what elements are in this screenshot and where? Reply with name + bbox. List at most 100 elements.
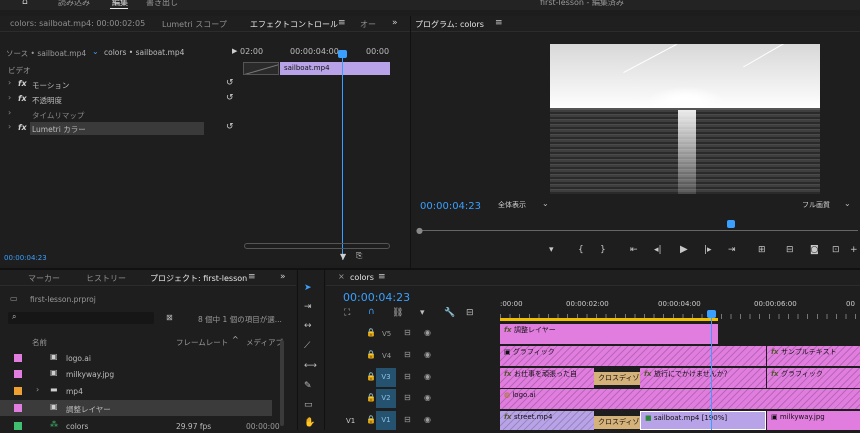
dropdown-arrow-icon[interactable]: ⌄ [92, 47, 99, 56]
more-panels-icon[interactable]: » [280, 272, 286, 282]
play-icon[interactable]: ▶ [680, 244, 688, 255]
header-media[interactable]: メディアブ [246, 337, 283, 348]
track-target-v2[interactable]: V2 [376, 389, 396, 408]
effect-row-lumetri[interactable]: › fx Lumetri カラー ↺ [0, 122, 238, 135]
lift-icon[interactable]: ⊞ [758, 245, 766, 255]
eye-icon[interactable]: ◉ [424, 393, 431, 402]
transition-cross-dissolve-2[interactable]: クロスディゾ [594, 416, 640, 429]
export-frame-icon[interactable]: ⎘ [356, 251, 362, 261]
clip-graphic-2[interactable]: fx グラフィック [767, 368, 860, 388]
timeline-ruler[interactable]: :00:00 00:00:02:00 00:00:04:00 00:00:06:… [500, 296, 860, 320]
panel-menu-icon[interactable]: ≡ [338, 18, 346, 28]
play-clip-icon[interactable]: ▶ [232, 47, 237, 55]
wrench-icon[interactable]: 🔧 [444, 308, 455, 318]
list-item[interactable]: › ▬ mp4 [0, 383, 272, 398]
hand-tool-icon[interactable]: ✋ [304, 418, 315, 428]
tab-sequence[interactable]: colors [350, 273, 374, 282]
source-track-label[interactable]: V1 [346, 417, 355, 425]
effect-timeline-ruler[interactable]: 02:00 00:00:04:00 00:00 [240, 44, 392, 60]
lock-icon[interactable]: 🔒 [366, 393, 376, 402]
sync-lock-icon[interactable]: ⊟ [404, 350, 411, 359]
list-item[interactable]: ▣ milkyway.jpg [0, 366, 272, 381]
mark-in-icon[interactable]: { [578, 245, 584, 255]
sort-up-icon[interactable]: ^ [232, 335, 239, 344]
program-playhead[interactable] [727, 220, 735, 228]
eye-icon[interactable]: ◉ [424, 350, 431, 359]
effect-row-motion[interactable]: › fx モーション ↺ [0, 78, 238, 91]
razor-tool-icon[interactable]: ⟋ [304, 341, 310, 351]
add-marker-icon[interactable]: ▾ [420, 308, 425, 318]
selection-tool-icon[interactable]: ➤ [304, 283, 312, 293]
lock-icon[interactable]: 🔒 [366, 350, 376, 359]
new-bin-icon[interactable]: ⊠ [166, 313, 173, 322]
home-icon[interactable]: ⌂ [22, 0, 28, 7]
clip-adjustment-layer[interactable]: fx 調整レイヤー [500, 324, 718, 344]
workspace-tab-import[interactable]: 読み込み [58, 0, 90, 8]
eye-icon[interactable]: ◉ [424, 328, 431, 337]
lock-icon[interactable]: 🔒 [366, 328, 376, 337]
list-item[interactable]: ▣ logo.ai [0, 350, 272, 365]
tab-markers[interactable]: マーカー [28, 273, 60, 284]
tab-history[interactable]: ヒストリー [86, 273, 126, 284]
header-framerate[interactable]: フレームレート [176, 337, 228, 348]
close-icon[interactable]: × [338, 272, 345, 281]
clip-street[interactable]: fx street.mp4 [500, 411, 594, 430]
workspace-tab-edit[interactable]: 編集 [112, 0, 128, 8]
effect-row-opacity[interactable]: › fx 不透明度 ↺ [0, 93, 238, 106]
pen-tool-icon[interactable]: ✎ [304, 381, 312, 391]
reset-icon[interactable]: ↺ [226, 78, 234, 88]
transition-cross-dissolve[interactable]: クロスディゾ [594, 372, 640, 385]
list-item-selected[interactable]: ▣ 調整レイヤー [0, 400, 272, 416]
extract-icon[interactable]: ⊟ [786, 245, 794, 255]
clip-logo[interactable]: ◍ logo.ai [500, 389, 860, 409]
tab-source[interactable]: colors: sailboat.mp4: 00:00:02:05 [10, 19, 145, 28]
clip-sailboat[interactable]: ■ sailboat.mp4 [190%] [640, 411, 766, 430]
add-button-icon[interactable]: + [850, 245, 858, 255]
program-timecode[interactable]: 00:00:04:23 [420, 201, 481, 212]
playhead-handle[interactable] [338, 50, 347, 58]
project-scrollbar[interactable] [280, 340, 284, 426]
ripple-edit-tool-icon[interactable]: ↔ [304, 321, 312, 331]
sync-lock-icon[interactable]: ⊟ [404, 415, 411, 424]
panel-menu-icon[interactable]: ≡ [248, 272, 256, 282]
clip-text-1[interactable]: fx お仕事を頑張った自 [500, 368, 594, 388]
track-target-v3[interactable]: V3 [376, 368, 396, 387]
tab-effect-controls[interactable]: エフェクトコントロール [250, 19, 338, 30]
timeline-playhead-handle[interactable] [707, 310, 716, 318]
mark-out-icon[interactable]: } [600, 245, 606, 255]
effect-clip-bar[interactable]: sailboat.mp4 [280, 62, 390, 75]
quality-select[interactable]: フル画質 ⌄ [800, 199, 858, 211]
clip-text-2[interactable]: fx 旅行にでかけませんか？ [640, 368, 766, 388]
tab-lumetri-scopes[interactable]: Lumetri スコープ [162, 19, 227, 30]
slip-tool-icon[interactable]: ⟷ [304, 361, 317, 371]
eye-icon[interactable]: ◉ [424, 415, 431, 424]
more-panels-icon[interactable]: » [392, 18, 398, 28]
step-forward-icon[interactable]: |▸ [704, 245, 712, 255]
track-target-v1[interactable]: V1 [376, 411, 396, 430]
work-area-bar[interactable] [500, 318, 718, 321]
go-to-in-icon[interactable]: ⇤ [630, 245, 638, 255]
sync-lock-icon[interactable]: ⊟ [404, 393, 411, 402]
tab-project[interactable]: プロジェクト: first-lesson [150, 273, 247, 284]
chevron-right-icon[interactable]: › [36, 385, 39, 394]
list-item[interactable]: ⁂ colors 29.97 fps 00:00:00 [0, 418, 280, 433]
reset-icon[interactable]: ↺ [226, 93, 234, 103]
captions-icon[interactable]: ⊟ [466, 308, 474, 318]
clip-sample-text[interactable]: fx サンプルテキスト [767, 346, 860, 366]
chevron-right-icon[interactable]: › [8, 108, 11, 117]
camera-icon[interactable]: ◙ [810, 245, 819, 255]
linked-selection-icon[interactable]: ⛓ [392, 308, 403, 318]
tab-program[interactable]: プログラム: colors [415, 19, 484, 30]
zoom-select[interactable]: 全体表示 ⌄ [496, 199, 554, 211]
tab-audio[interactable]: オー [360, 19, 376, 30]
track-select-tool-icon[interactable]: ⇥ [304, 302, 312, 312]
sync-lock-icon[interactable]: ⊟ [404, 328, 411, 337]
step-back-icon[interactable]: ◂| [654, 245, 662, 255]
lock-icon[interactable]: 🔒 [366, 372, 376, 381]
rectangle-tool-icon[interactable]: ▭ [304, 400, 313, 410]
clip-milkyway[interactable]: ▣ milkyway.jpg [767, 411, 860, 430]
snap-icon[interactable]: ∩ [368, 307, 375, 317]
lock-icon[interactable]: 🔒 [366, 415, 376, 424]
chevron-right-icon[interactable]: › [8, 122, 11, 131]
reset-icon[interactable]: ↺ [226, 122, 234, 132]
